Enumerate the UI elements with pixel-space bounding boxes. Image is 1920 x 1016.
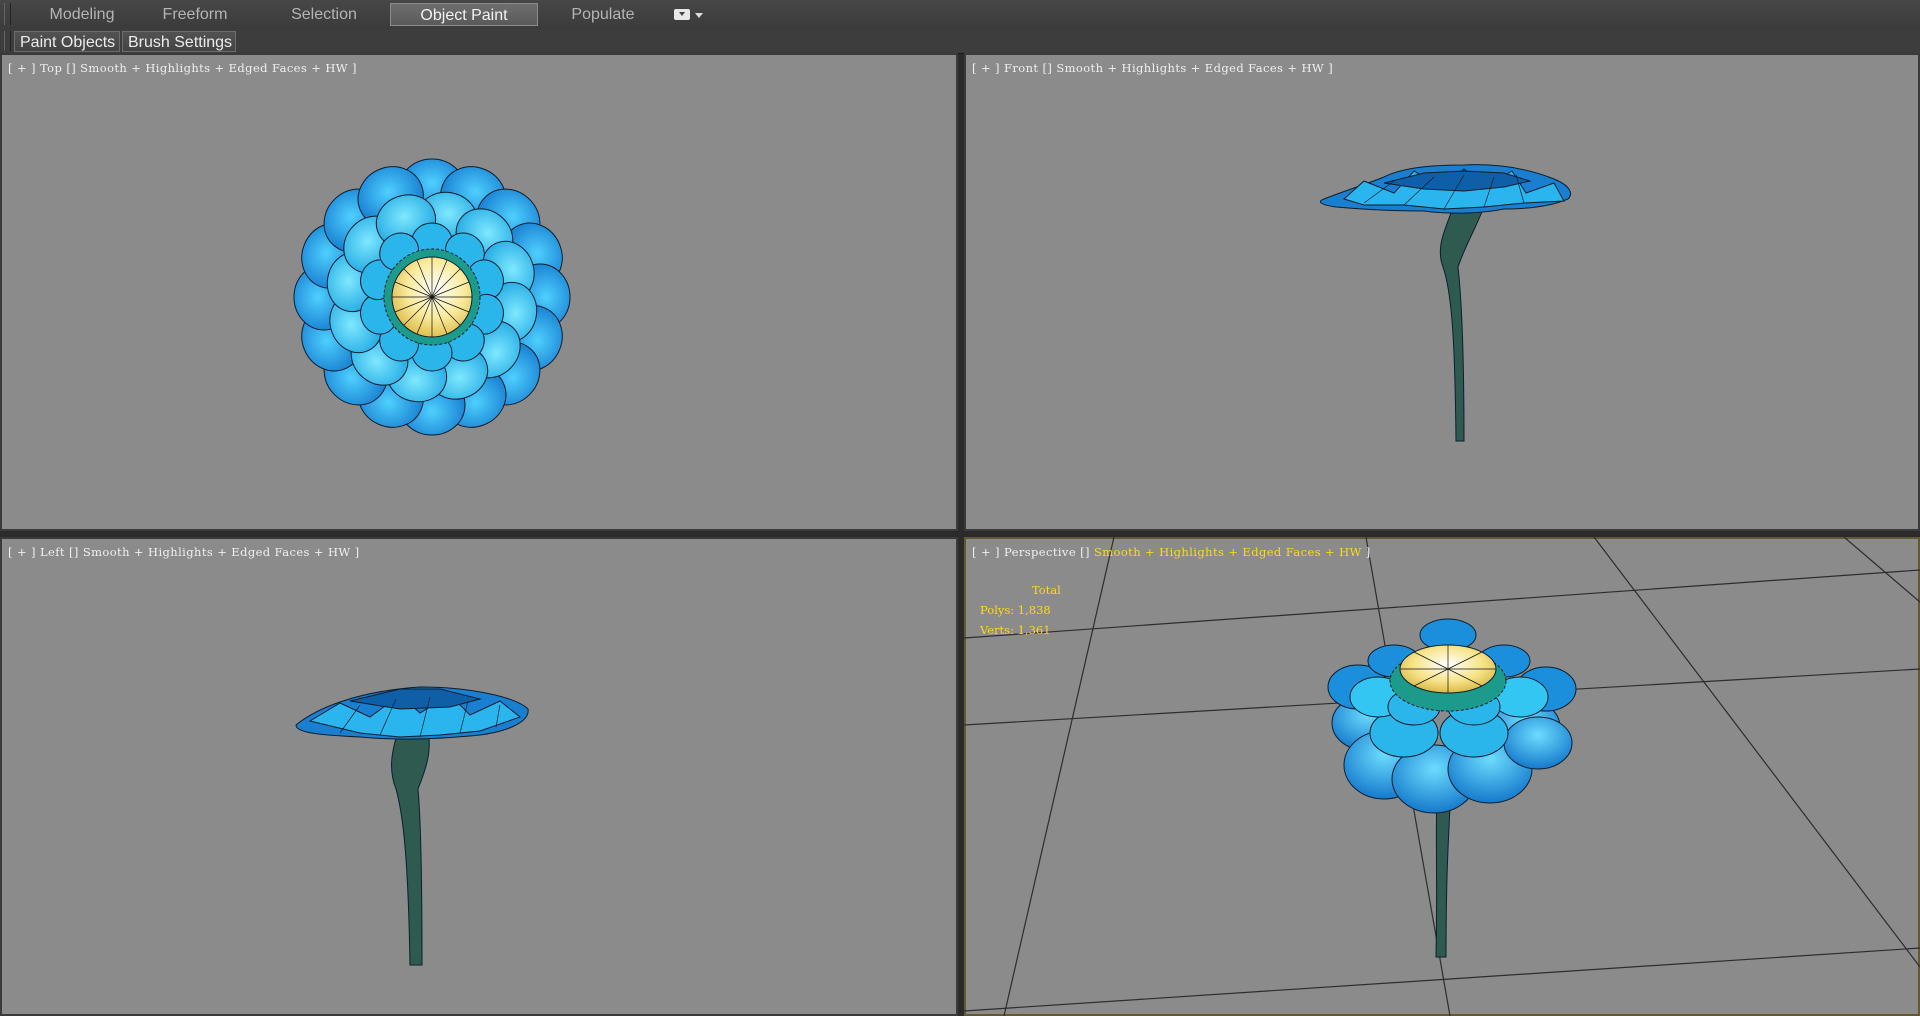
shading-mode-top[interactable]: Smooth + Highlights + Edged Faces + HW (80, 61, 348, 75)
stats-polys: Polys: 1,838 (980, 603, 1051, 617)
view-name-left[interactable]: Left (40, 545, 65, 559)
paint-objects-button[interactable]: Paint Objects (14, 31, 120, 52)
toolbar-grip[interactable] (4, 3, 11, 25)
viewport-menu-plus[interactable]: + (17, 61, 27, 75)
panel-grip[interactable] (4, 31, 11, 51)
viewport-label-front: [ + ] Front [] Smooth + Highlights + Edg… (972, 61, 1334, 75)
stats-verts: Verts: 1,361 (980, 623, 1051, 637)
chevron-down-icon (695, 13, 703, 18)
view-name-perspective[interactable]: Perspective (1004, 545, 1076, 559)
view-name-front[interactable]: Front (1004, 61, 1038, 75)
brush-settings-button[interactable]: Brush Settings (122, 31, 236, 52)
viewport-label-perspective: [ + ] Perspective [] Smooth + Highlights… (972, 545, 1371, 559)
tab-modeling[interactable]: Modeling (22, 3, 142, 26)
tab-object-paint[interactable]: Object Paint (390, 3, 538, 26)
tab-populate[interactable]: Populate (544, 3, 662, 26)
top-view-flower (293, 158, 571, 436)
view-name-top[interactable]: Top (40, 61, 62, 75)
ribbon-options-dropdown[interactable] (672, 5, 706, 25)
ribbon-tab-bar: Modeling Freeform Selection Object Paint… (0, 0, 1920, 30)
viewport-label-top: [ + ] Top [] Smooth + Highlights + Edged… (8, 61, 357, 75)
viewport-label-left: [ + ] Left [] Smooth + Highlights + Edge… (8, 545, 360, 559)
statistics-overlay: Total Polys: 1,838 Verts: 1,361 (980, 580, 1061, 640)
shading-mode-left[interactable]: Smooth + Highlights + Edged Faces + HW (83, 545, 351, 559)
left-view-flower (295, 686, 529, 966)
viewport-menu-plus[interactable]: + (981, 61, 991, 75)
viewport-perspective[interactable]: [ + ] Perspective [] Smooth + Highlights… (964, 537, 1920, 1016)
tab-selection[interactable]: Selection (260, 3, 388, 26)
viewport-menu-plus[interactable]: + (17, 545, 27, 559)
tab-freeform[interactable]: Freeform (142, 3, 248, 26)
front-view-flower (1320, 164, 1571, 442)
viewport-front[interactable]: [ + ] Front [] Smooth + Highlights + Edg… (964, 53, 1920, 531)
viewport-left[interactable]: [ + ] Left [] Smooth + Highlights + Edge… (0, 537, 958, 1016)
shading-mode-perspective[interactable]: Smooth + Highlights + Edged Faces + HW (1094, 545, 1362, 559)
viewport-top[interactable]: [ + ] Top [] Smooth + Highlights + Edged… (0, 53, 958, 531)
ribbon-panel: Paint Objects Brush Settings (0, 29, 1920, 54)
shading-mode-front[interactable]: Smooth + Highlights + Edged Faces + HW (1056, 61, 1324, 75)
perspective-view (964, 537, 1920, 1016)
viewport-menu-plus[interactable]: + (981, 545, 991, 559)
ribbon-toggle-icon (674, 9, 690, 20)
stats-title: Total (1032, 583, 1061, 597)
